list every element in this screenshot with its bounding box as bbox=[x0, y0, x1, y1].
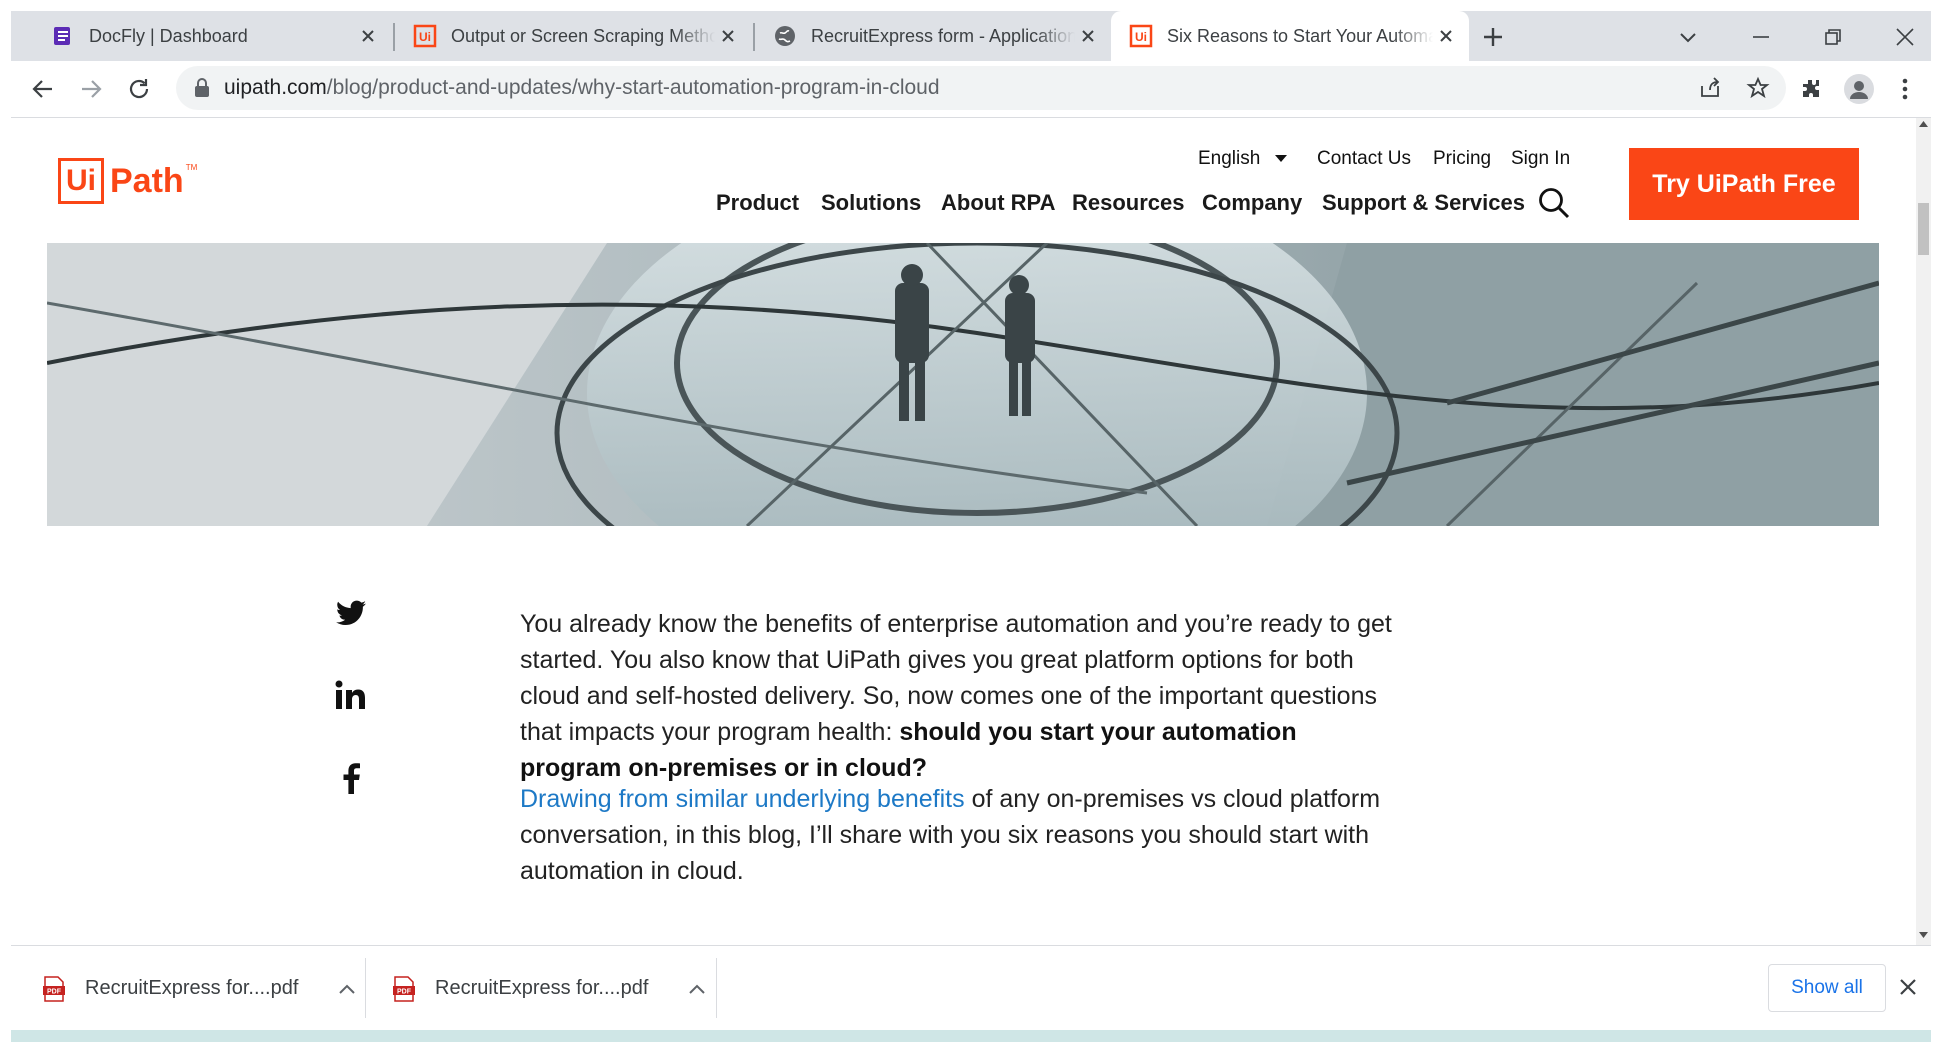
logo-wordmark: Path bbox=[110, 161, 184, 200]
scroll-thumb[interactable] bbox=[1918, 203, 1929, 255]
url-text[interactable]: uipath.com/blog/product-and-updates/why-… bbox=[224, 76, 940, 100]
logo-trademark: TM bbox=[185, 162, 198, 172]
svg-text:Ui: Ui bbox=[1135, 30, 1147, 44]
download-filename: RecruitExpress for....pdf bbox=[435, 977, 649, 999]
svg-text:PDF: PDF bbox=[47, 988, 62, 995]
taskbar-edge bbox=[11, 1030, 1931, 1042]
nav-support-services[interactable]: Support & Services bbox=[1322, 190, 1525, 216]
back-icon[interactable] bbox=[27, 73, 59, 105]
language-selector[interactable]: English bbox=[1198, 148, 1260, 170]
chevron-up-icon[interactable] bbox=[688, 983, 706, 995]
restore-icon[interactable] bbox=[1821, 25, 1845, 49]
close-icon[interactable] bbox=[715, 23, 741, 49]
nav-about-rpa[interactable]: About RPA bbox=[941, 190, 1055, 216]
uipath-favicon-icon: Ui bbox=[413, 24, 437, 48]
globe-icon bbox=[773, 24, 797, 48]
hero-image bbox=[47, 243, 1879, 526]
tab-search-chevron-icon[interactable] bbox=[1676, 25, 1700, 49]
new-tab-icon[interactable] bbox=[1479, 23, 1507, 51]
pdf-file-icon: PDF bbox=[393, 975, 415, 1002]
download-item[interactable]: PDF RecruitExpress for....pdf bbox=[393, 946, 706, 1031]
pdf-file-icon: PDF bbox=[43, 975, 65, 1002]
try-uipath-free-button[interactable]: Try UiPath Free bbox=[1629, 148, 1859, 220]
show-all-downloads-button[interactable]: Show all bbox=[1768, 964, 1886, 1012]
sign-in-link[interactable]: Sign In bbox=[1511, 148, 1570, 170]
article-paragraph-1: You already know the benefits of enterpr… bbox=[520, 606, 1400, 786]
scroll-down-arrow-icon[interactable] bbox=[1919, 932, 1928, 938]
docfly-icon bbox=[51, 24, 75, 48]
nav-solutions[interactable]: Solutions bbox=[821, 190, 921, 216]
tab-title: DocFly | Dashboard bbox=[89, 25, 248, 46]
tab-strip: DocFly | Dashboard Ui Output or Screen S… bbox=[11, 11, 1931, 61]
profile-avatar-icon[interactable] bbox=[1843, 73, 1875, 105]
tab-screen-scraping[interactable]: Ui Output or Screen Scraping Methods bbox=[395, 11, 751, 61]
facebook-icon[interactable] bbox=[331, 758, 371, 798]
download-shelf: PDF RecruitExpress for....pdf PDF Recrui… bbox=[11, 945, 1931, 1030]
extensions-icon[interactable] bbox=[1795, 73, 1827, 105]
uipath-logo[interactable]: Ui Path TM bbox=[58, 158, 197, 204]
tab-recruitexpress[interactable]: RecruitExpress form - Application bbox=[755, 11, 1111, 61]
svg-text:PDF: PDF bbox=[397, 988, 412, 995]
window-close-icon[interactable] bbox=[1893, 25, 1917, 49]
search-icon[interactable] bbox=[1537, 186, 1571, 220]
reload-icon[interactable] bbox=[123, 73, 155, 105]
tab-title: RecruitExpress form - Application bbox=[811, 25, 1075, 46]
svg-text:Ui: Ui bbox=[419, 30, 431, 44]
tab-title: Six Reasons to Start Your Automation Pro… bbox=[1167, 25, 1433, 46]
address-bar[interactable]: uipath.com/blog/product-and-updates/why-… bbox=[176, 66, 1786, 110]
nav-company[interactable]: Company bbox=[1202, 190, 1302, 216]
download-item[interactable]: PDF RecruitExpress for....pdf bbox=[43, 946, 356, 1031]
web-page: Ui Path TM English Contact Us Pricing Si… bbox=[11, 118, 1916, 945]
tab-title: Output or Screen Scraping Methods bbox=[451, 25, 715, 46]
underlying-benefits-link[interactable]: Drawing from similar underlying benefits bbox=[520, 785, 965, 813]
logo-ui-mark: Ui bbox=[58, 158, 104, 204]
chevron-up-icon[interactable] bbox=[338, 983, 356, 995]
browser-menu-icon[interactable] bbox=[1889, 73, 1921, 105]
caret-down-icon[interactable] bbox=[1274, 154, 1288, 164]
twitter-icon[interactable] bbox=[331, 593, 371, 633]
url-host: uipath.com bbox=[224, 76, 327, 99]
bookmark-star-icon[interactable] bbox=[1746, 76, 1770, 100]
browser-toolbar: uipath.com/blog/product-and-updates/why-… bbox=[11, 61, 1931, 117]
share-icon[interactable] bbox=[1698, 76, 1722, 100]
page-scrollbar[interactable] bbox=[1916, 118, 1931, 945]
lock-icon[interactable] bbox=[194, 78, 210, 98]
forward-icon[interactable] bbox=[75, 73, 107, 105]
close-icon[interactable] bbox=[1895, 974, 1921, 1000]
contact-us-link[interactable]: Contact Us bbox=[1317, 148, 1411, 170]
close-icon[interactable] bbox=[355, 23, 381, 49]
minimize-icon[interactable] bbox=[1749, 25, 1773, 49]
download-divider bbox=[716, 958, 717, 1018]
close-icon[interactable] bbox=[1075, 23, 1101, 49]
pricing-link[interactable]: Pricing bbox=[1433, 148, 1491, 170]
scroll-up-arrow-icon[interactable] bbox=[1919, 121, 1928, 127]
download-divider bbox=[365, 958, 366, 1018]
tab-docfly[interactable]: DocFly | Dashboard bbox=[33, 11, 391, 61]
tab-six-reasons[interactable]: Ui Six Reasons to Start Your Automation … bbox=[1111, 11, 1469, 61]
article-paragraph-2: Drawing from similar underlying benefits… bbox=[520, 781, 1400, 889]
close-icon[interactable] bbox=[1433, 23, 1459, 49]
nav-product[interactable]: Product bbox=[716, 190, 799, 216]
language-label: English bbox=[1198, 148, 1261, 169]
url-path: /blog/product-and-updates/why-start-auto… bbox=[326, 76, 940, 99]
download-filename: RecruitExpress for....pdf bbox=[85, 977, 299, 999]
linkedin-icon[interactable] bbox=[331, 675, 371, 715]
nav-resources[interactable]: Resources bbox=[1072, 190, 1185, 216]
uipath-favicon-icon: Ui bbox=[1129, 24, 1153, 48]
